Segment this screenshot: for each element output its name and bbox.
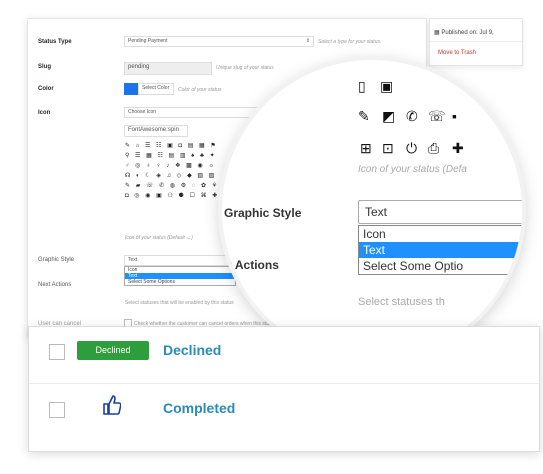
phone-square-icon: ☏	[428, 108, 446, 124]
row-checkbox[interactable]	[49, 402, 65, 418]
phone-icon: ✆	[406, 108, 418, 124]
thumbs-up-icon	[103, 395, 122, 420]
lock-icon: ▪	[452, 108, 457, 124]
status-list-panel: Declined Declined Completed	[28, 326, 540, 452]
magnifier-lens: ▯ ▣ ✎ ◩ ✆ ☏ ▪ ⊞ ⊡ ⏻ ⎙ ✚ Icon of your sta…	[222, 60, 522, 360]
mobile-icon: ▯	[358, 78, 366, 94]
graphic-style-label: Graphic Style	[38, 257, 75, 263]
chevron-down-icon: ⇕	[305, 38, 310, 44]
lens-next-actions-label: t Actions	[228, 258, 279, 272]
lens-graphic-style-select[interactable]: Text	[358, 200, 522, 224]
edit-square-icon: ◩	[382, 108, 396, 124]
lens-option-text[interactable]: Text	[359, 242, 522, 258]
color-swatch[interactable]	[124, 83, 138, 95]
icon-label: Icon	[38, 110, 51, 116]
select-color-button[interactable]: Select Color	[138, 83, 174, 95]
puzzle-icon: ✚	[452, 140, 464, 156]
graphic-style-select[interactable]: Text	[124, 255, 234, 266]
status-type-hint: Select a type for your status.	[318, 39, 382, 45]
status-name-link[interactable]: Declined	[163, 342, 221, 358]
choose-icon-select[interactable]: Choose Icon	[124, 107, 274, 118]
status-name-link[interactable]: Completed	[163, 400, 235, 416]
next-actions-label: Next Actions	[38, 282, 72, 288]
option-select-some[interactable]: Select Some Options	[125, 279, 235, 285]
status-type-select[interactable]: Pending Payment ⇕	[124, 36, 314, 47]
lens-option-icon[interactable]: Icon	[359, 226, 522, 242]
slug-input[interactable]: pending	[124, 62, 212, 75]
publish-box: ▦ Published on: Jul 9, Move to Trash	[429, 18, 523, 66]
pencil-icon: ✎	[358, 108, 370, 124]
table-row: Declined Declined	[29, 327, 539, 383]
published-date: ▦ Published on: Jul 9,	[434, 30, 494, 36]
icon-value-input[interactable]: FontAwesome:spin	[124, 125, 188, 137]
lens-option-select-some[interactable]: Select Some Optio	[359, 258, 522, 274]
money-icon: ▣	[380, 78, 394, 94]
move-to-trash-link[interactable]: Move to Trash	[438, 50, 476, 56]
plus-square-outline-icon: ⊡	[382, 140, 394, 156]
color-hint: Color of your status	[178, 87, 222, 93]
slug-hint: Unique slug of your status	[216, 65, 274, 71]
status-type-label: Status Type	[38, 39, 72, 45]
graphic-style-dropdown: Icon Text Select Some Options	[124, 266, 236, 286]
row-checkbox[interactable]	[49, 344, 65, 360]
plus-square-icon: ⊞	[360, 140, 372, 156]
status-badge: Declined	[77, 341, 149, 360]
next-actions-hint: Select statuses that will be enabled by …	[125, 300, 234, 306]
icon-hint: Icon of your status (Default ☺)	[125, 235, 193, 241]
power-icon: ⏻	[406, 140, 418, 156]
slug-label: Slug	[38, 64, 51, 70]
lens-icon-hint: Icon of your status (Defa	[358, 164, 467, 175]
lens-graphic-style-label: Graphic Style	[224, 206, 302, 220]
table-row: Completed	[29, 383, 539, 439]
lens-dropdown: Icon Text Select Some Optio	[358, 225, 522, 275]
divider	[430, 41, 522, 42]
color-label: Color	[38, 86, 54, 92]
lens-statuses-hint: Select statuses th	[358, 296, 445, 308]
icon-picker-grid[interactable]: ✎ ⌂ ☰ ☷ ▣ ◘ ▤ ▦ ⚑ ⚲ ☰ ▦ ☷ ▤ ▥ ♠ ♣ ✦ ♂ ◎ …	[125, 141, 219, 201]
print-icon: ⎙	[428, 140, 440, 156]
